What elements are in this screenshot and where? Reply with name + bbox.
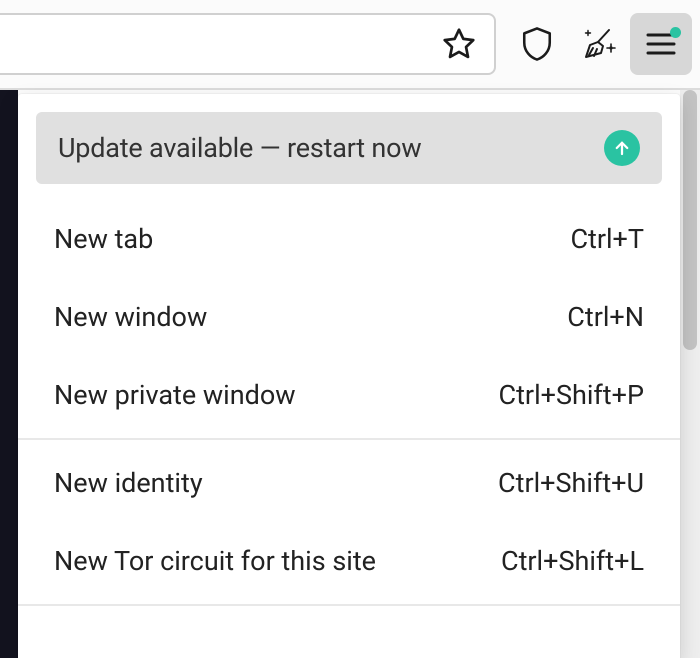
menu-item-new-tab[interactable]: New tab Ctrl+T — [18, 200, 680, 278]
broom-button[interactable] — [568, 13, 630, 75]
arrow-up-icon — [613, 139, 631, 157]
menu-item-new-tor-circuit[interactable]: New Tor circuit for this site Ctrl+Shift… — [18, 522, 680, 600]
menu-item-shortcut: Ctrl+T — [570, 223, 644, 255]
url-bar[interactable] — [0, 13, 496, 75]
bookmark-button[interactable] — [436, 13, 482, 75]
menu-separator — [18, 438, 680, 440]
app-menu: Update available — restart now New tab C… — [18, 94, 680, 658]
menu-item-shortcut: Ctrl+Shift+U — [498, 467, 644, 499]
scrollbar-thumb[interactable] — [683, 90, 697, 350]
update-badge — [604, 130, 640, 166]
page-content-edge — [0, 90, 18, 658]
broom-icon — [579, 24, 619, 64]
menu-item-new-window[interactable]: New window Ctrl+N — [18, 278, 680, 356]
menu-item-shortcut: Ctrl+Shift+L — [501, 545, 644, 577]
toolbar — [0, 0, 700, 90]
menu-item-new-identity[interactable]: New identity Ctrl+Shift+U — [18, 444, 680, 522]
menu-item-label: New tab — [54, 223, 153, 255]
update-indicator-dot — [670, 27, 681, 38]
menu-item-shortcut: Ctrl+N — [567, 301, 644, 333]
app-menu-button[interactable] — [630, 13, 692, 75]
menu-item-shortcut: Ctrl+Shift+P — [499, 379, 644, 411]
scrollbar[interactable] — [680, 90, 700, 658]
shield-icon — [520, 25, 554, 63]
update-banner[interactable]: Update available — restart now — [36, 112, 662, 184]
update-banner-text: Update available — restart now — [58, 132, 421, 164]
menu-separator — [18, 604, 680, 606]
menu-item-label: New identity — [54, 467, 203, 499]
shield-button[interactable] — [506, 13, 568, 75]
menu-item-label: New private window — [54, 379, 296, 411]
star-icon — [441, 26, 477, 62]
menu-item-new-private-window[interactable]: New private window Ctrl+Shift+P — [18, 356, 680, 434]
menu-item-label: New window — [54, 301, 207, 333]
menu-item-label: New Tor circuit for this site — [54, 545, 376, 577]
